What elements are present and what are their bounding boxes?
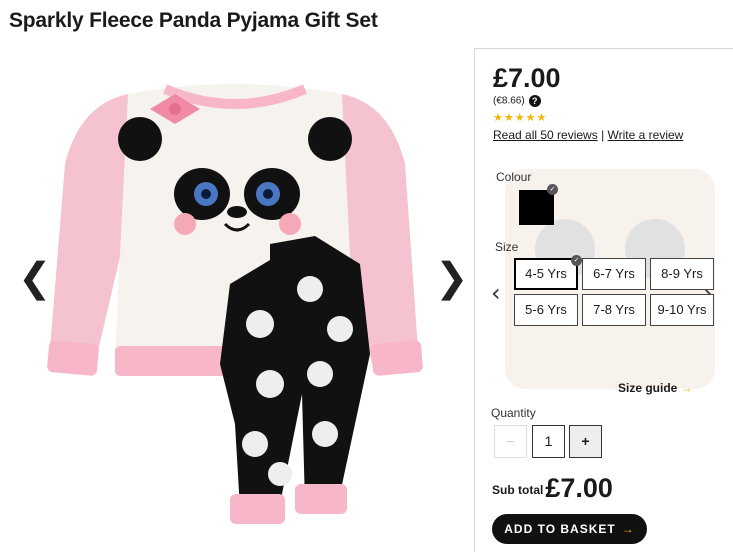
reviews-separator: | bbox=[601, 128, 605, 142]
product-title: Sparkly Fleece Panda Pyjama Gift Set bbox=[9, 9, 378, 32]
quantity-label: Quantity bbox=[491, 406, 536, 420]
price-euro-value: (€8.66) bbox=[493, 95, 525, 107]
product-gallery: ❮ ❯ bbox=[0, 50, 472, 552]
subtotal: Sub total£7.00 bbox=[492, 473, 613, 504]
size-label: Size bbox=[495, 240, 519, 254]
price-euro: (€8.66)? bbox=[493, 95, 541, 107]
check-icon: ✓ bbox=[547, 184, 558, 195]
quantity-input[interactable]: 1 bbox=[532, 425, 565, 458]
size-option-8-9[interactable]: 8-9 Yrs bbox=[650, 258, 714, 290]
colour-label: Colour bbox=[496, 170, 532, 184]
read-reviews-link[interactable]: Read all 50 reviews bbox=[493, 128, 598, 142]
product-image bbox=[47, 84, 423, 524]
add-to-basket-label: ADD TO BASKET bbox=[504, 522, 616, 536]
size-option-9-10[interactable]: 9-10 Yrs bbox=[650, 294, 714, 326]
size-guide-label: Size guide bbox=[618, 381, 678, 395]
product-price: £7.00 bbox=[493, 63, 561, 93]
size-option-5-6[interactable]: 5-6 Yrs bbox=[514, 294, 578, 326]
size-option-7-8[interactable]: 7-8 Yrs bbox=[582, 294, 646, 326]
size-prev-chevron-icon[interactable]: ‹ bbox=[491, 279, 501, 307]
product-options-panel: £7.00 (€8.66)? ★★★★★ Read all 50 reviews… bbox=[474, 48, 733, 552]
quantity-decrease-button[interactable]: − bbox=[494, 425, 527, 458]
arrow-right-icon: → bbox=[680, 381, 693, 395]
write-review-link[interactable]: Write a review bbox=[608, 128, 684, 142]
rating-stars: ★★★★★ bbox=[493, 112, 548, 124]
check-icon: ✓ bbox=[571, 255, 582, 266]
colour-swatch-black[interactable] bbox=[519, 190, 554, 225]
arrow-right-icon: → bbox=[621, 522, 635, 536]
subtotal-label: Sub total bbox=[492, 483, 544, 497]
help-icon[interactable]: ? bbox=[528, 95, 541, 107]
size-option-4-5[interactable]: 4-5 Yrs bbox=[514, 258, 578, 290]
gallery-next-arrow-icon[interactable]: ❯ bbox=[435, 258, 469, 298]
size-option-6-7[interactable]: 6-7 Yrs bbox=[582, 258, 646, 290]
add-to-basket-button[interactable]: ADD TO BASKET → bbox=[492, 514, 647, 544]
subtotal-value: £7.00 bbox=[545, 473, 613, 503]
size-guide-link[interactable]: Size guide → bbox=[618, 381, 693, 395]
quantity-increase-button[interactable]: + bbox=[569, 425, 602, 458]
reviews-links: Read all 50 reviews | Write a review bbox=[493, 128, 683, 142]
